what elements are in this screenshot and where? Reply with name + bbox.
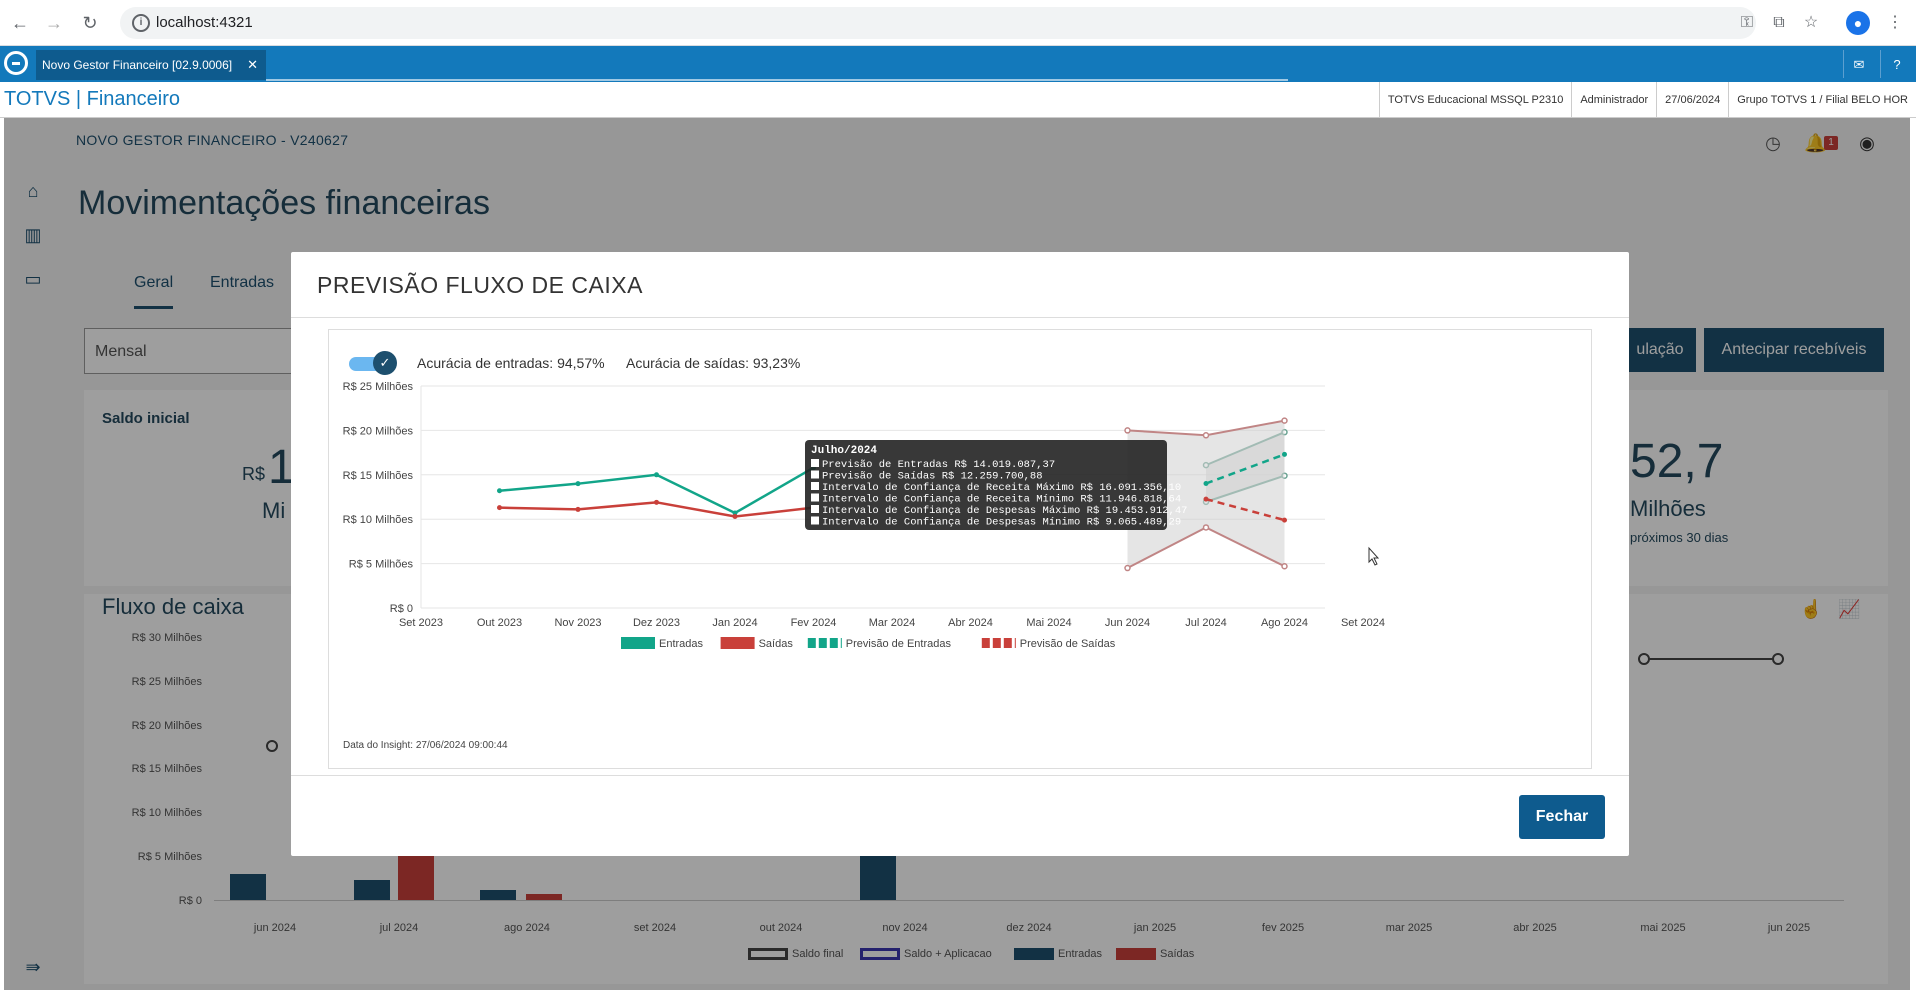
series-point xyxy=(1282,451,1287,457)
x-tick-label: Abr 2024 xyxy=(948,617,993,629)
tab-underline xyxy=(266,79,1288,81)
forward-icon[interactable]: → xyxy=(42,11,66,35)
tooltip-swatch xyxy=(811,505,819,513)
key-icon[interactable]: ⚿ xyxy=(1736,12,1758,34)
url-text: localhost:4321 xyxy=(156,14,253,31)
y-tick-label: R$ 5 Milhões xyxy=(349,559,414,571)
tab-novo-gestor[interactable]: Novo Gestor Financeiro [02.9.0006] ✕ xyxy=(36,50,266,80)
legend-label: Entradas xyxy=(659,638,704,650)
x-tick-label: Set 2023 xyxy=(399,617,443,629)
series-point xyxy=(497,488,502,494)
profile-icon[interactable]: ● xyxy=(1846,11,1870,35)
tooltip-swatch xyxy=(811,470,819,479)
legend-label: Previsão de Saídas xyxy=(1020,638,1116,650)
legend-item: Previsão de Entradas xyxy=(807,638,952,650)
tab-label: Novo Gestor Financeiro [02.9.0006] xyxy=(42,58,233,72)
info-environment: TOTVS Educacional MSSQL P2310 xyxy=(1378,82,1571,118)
close-button[interactable]: Fechar xyxy=(1519,795,1605,839)
legend-swatch xyxy=(720,637,755,649)
x-tick-label: Out 2023 xyxy=(477,617,522,629)
series-point xyxy=(732,514,738,520)
mail-icon[interactable]: ✉ xyxy=(1848,54,1870,76)
x-tick-label: Fev 2024 xyxy=(791,617,837,629)
close-icon[interactable]: ✕ xyxy=(247,57,258,73)
info-branch: Grupo TOTVS 1 / Filial BELO HOR xyxy=(1728,82,1916,118)
app-title: TOTVS | Financeiro xyxy=(4,88,180,110)
insight-date: Data do Insight: 27/06/2024 09:00:44 xyxy=(343,740,508,751)
divider xyxy=(291,317,1629,318)
x-tick-label: Set 2024 xyxy=(1341,617,1385,629)
x-tick-label: Mar 2024 xyxy=(869,617,915,629)
y-tick-label: R$ 25 Milhões xyxy=(343,381,414,393)
tooltip-line: Intervalo de Confiança de Despesas Mínim… xyxy=(822,517,1181,529)
app-tab-strip: Novo Gestor Financeiro [02.9.0006] ✕ ✉ ? xyxy=(0,46,1916,82)
tooltip-title: Julho/2024 xyxy=(811,445,877,457)
forecast-modal: PREVISÃO FLUXO DE CAIXA ✓ Acurácia de en… xyxy=(291,252,1629,856)
info-date: 27/06/2024 xyxy=(1656,82,1728,118)
chart-tooltip: Julho/2024 Previsão de Entradas R$ 14.019… xyxy=(805,440,1187,530)
tooltip-line: Intervalo de Confiança de Despesas Máxim… xyxy=(822,505,1187,517)
series-point xyxy=(1203,481,1209,487)
band-point xyxy=(1281,563,1288,570)
y-tick-label: R$ 15 Milhões xyxy=(343,470,414,482)
series-point xyxy=(1203,496,1209,502)
band-point xyxy=(1124,427,1131,434)
app-header: TOTVS | Financeiro TOTVS Educacional MSS… xyxy=(0,82,1916,118)
divider xyxy=(291,775,1629,776)
x-tick-label: Nov 2023 xyxy=(554,617,601,629)
divider xyxy=(1880,50,1881,78)
legend-label: Previsão de Entradas xyxy=(846,638,952,650)
install-icon[interactable]: ⧉ xyxy=(1768,12,1790,34)
series-point xyxy=(575,481,581,487)
series-point xyxy=(654,472,659,478)
series-point xyxy=(654,499,659,505)
tooltip-line: Previsão de Saídas R$ 12.259.700,88 xyxy=(822,471,1043,483)
band-point xyxy=(1202,524,1210,531)
x-tick-label: Jun 2024 xyxy=(1105,617,1150,629)
totvs-logo-icon xyxy=(4,51,28,75)
help-icon[interactable]: ? xyxy=(1886,54,1908,76)
forecast-chart[interactable]: R$ 0 R$ 5 Milhões R$ 10 Milhões R$ 15 Milhõ… xyxy=(329,366,1591,756)
star-icon[interactable]: ☆ xyxy=(1800,12,1822,34)
series-point xyxy=(1282,517,1287,523)
reload-icon[interactable]: ↻ xyxy=(78,11,102,35)
app-info-bar: TOTVS Educacional MSSQL P2310 Administra… xyxy=(1378,82,1916,118)
x-tick-label: Mai 2024 xyxy=(1026,617,1071,629)
band-point xyxy=(1202,432,1210,439)
chart-container: ✓ Acurácia de entradas: 94,57% Acurácia … xyxy=(328,329,1592,769)
band-point xyxy=(1281,417,1288,424)
legend-item: Previsão de Saídas xyxy=(981,638,1116,650)
info-user: Administrador xyxy=(1571,82,1656,118)
tooltip-line: Intervalo de Confiança de Receita Máximo… xyxy=(822,482,1181,494)
x-tick-label: Jan 2024 xyxy=(712,617,757,629)
tooltip-swatch xyxy=(811,493,819,502)
tooltip-swatch xyxy=(811,482,819,490)
x-tick-label: Jul 2024 xyxy=(1185,617,1227,629)
legend-item: Saídas xyxy=(720,637,794,650)
x-tick-label: Dez 2023 xyxy=(633,617,680,629)
tooltip-swatch xyxy=(811,516,819,525)
y-tick-label: R$ 10 Milhões xyxy=(343,514,414,526)
info-icon[interactable]: i xyxy=(132,14,150,32)
y-tick-label: R$ 0 xyxy=(390,603,413,615)
series-point xyxy=(497,505,502,511)
modal-title: PREVISÃO FLUXO DE CAIXA xyxy=(317,272,643,298)
browser-toolbar: ← → ↻ i localhost:4321 ⚿ ⧉ ☆ ● ⋮ xyxy=(0,0,1916,46)
band-point xyxy=(1124,564,1131,572)
back-icon[interactable]: ← xyxy=(8,11,32,35)
tooltip-swatch xyxy=(811,459,819,467)
menu-icon[interactable]: ⋮ xyxy=(1884,12,1906,34)
x-tick-label: Ago 2024 xyxy=(1261,617,1308,629)
legend-label: Saídas xyxy=(759,638,794,650)
tooltip-line: Intervalo de Confiança de Receita Mínimo… xyxy=(822,494,1181,506)
address-bar[interactable]: i localhost:4321 xyxy=(120,7,1756,39)
divider xyxy=(1843,50,1844,78)
legend-item: Entradas xyxy=(621,637,704,650)
tooltip-line: Previsão de Entradas R$ 14.019.087,37 xyxy=(822,459,1055,471)
cursor-icon xyxy=(1368,546,1380,566)
legend-swatch xyxy=(621,637,655,649)
y-tick-label: R$ 20 Milhões xyxy=(343,425,414,437)
series-point xyxy=(575,506,581,512)
